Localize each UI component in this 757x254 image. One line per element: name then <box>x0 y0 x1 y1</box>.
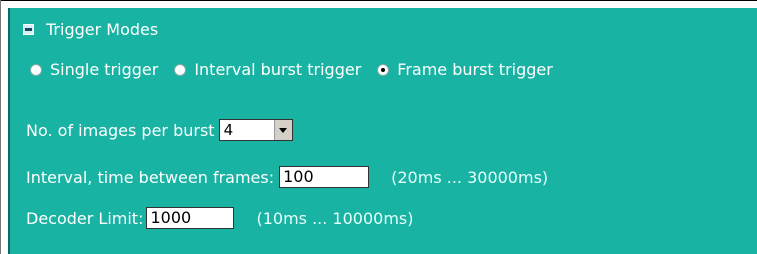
decoder-limit-input[interactable]: 1000 <box>146 207 235 229</box>
radio-selected-dot <box>381 67 386 72</box>
panel-left-edge <box>8 8 10 254</box>
interval-input[interactable]: 100 <box>279 166 370 188</box>
radio-single-trigger[interactable] <box>30 63 42 76</box>
decoder-limit-label: Decoder Limit: <box>26 208 144 228</box>
interval-label: Interval, time between frames: <box>26 167 275 187</box>
dropdown-arrow-icon[interactable] <box>273 120 292 140</box>
trigger-mode-radio-group: Single trigger Interval burst trigger Fr… <box>30 60 569 79</box>
section-header[interactable]: Trigger Modes <box>23 20 158 39</box>
images-per-burst-label: No. of images per burst <box>26 120 215 140</box>
decoder-limit-row: Decoder Limit: 1000 (10ms ... 10000ms) <box>26 207 413 229</box>
section-title: Trigger Modes <box>46 20 159 39</box>
left-border <box>0 0 1 254</box>
radio-label-frame-burst-trigger[interactable]: Frame burst trigger <box>397 60 553 79</box>
interval-row: Interval, time between frames: 100 (20ms… <box>26 166 548 188</box>
interval-range-hint: (20ms ... 30000ms) <box>391 167 549 187</box>
images-per-burst-row: No. of images per burst 4 <box>26 119 293 141</box>
decoder-limit-range-hint: (10ms ... 10000ms) <box>256 208 414 228</box>
radio-label-interval-burst-trigger[interactable]: Interval burst trigger <box>194 60 361 79</box>
images-per-burst-value: 4 <box>223 121 234 139</box>
radio-frame-burst-trigger[interactable] <box>377 63 390 76</box>
minus-square-icon[interactable] <box>23 24 34 35</box>
images-per-burst-select[interactable]: 4 <box>218 119 293 141</box>
top-border <box>0 0 757 1</box>
radio-label-single-trigger[interactable]: Single trigger <box>50 60 158 79</box>
radio-interval-burst-trigger[interactable] <box>174 63 187 76</box>
